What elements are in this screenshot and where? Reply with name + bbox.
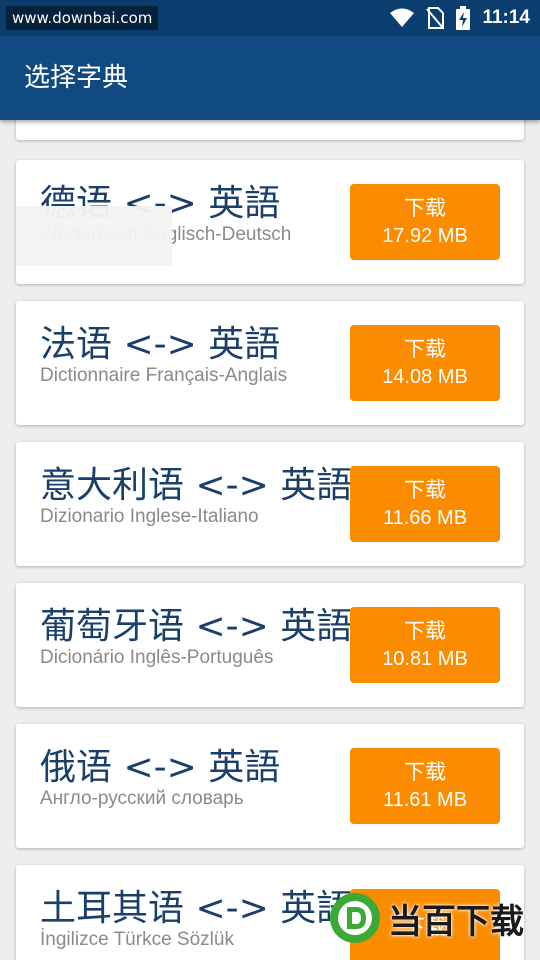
dictionary-title: 意大利语 <-> 英語 [40,465,353,506]
dictionary-subtitle: İngilizce Türkce Sözlük [40,929,234,950]
dictionary-card[interactable]: 意大利语 <-> 英語 Dizionario Inglese-Italiano … [16,442,524,566]
dictionary-card-partial[interactable] [16,120,524,140]
logo-text: 当百下载 [388,901,524,942]
no-sim-icon [426,7,445,29]
battery-charging-icon [456,6,471,30]
status-time: 11:14 [482,7,530,28]
dictionary-subtitle: Dicionário Inglês-Português [40,647,274,668]
dictionary-title: 葡萄牙语 <-> 英語 [40,606,353,647]
watermark-text: www.downbai.com [6,6,159,30]
wifi-icon [390,8,415,27]
status-icons: 11:14 [390,0,530,36]
logo-d-icon [330,893,380,943]
download-button[interactable]: 下载 11.66 MB [350,466,500,542]
status-bar: www.downbai.com 11:14 [0,0,540,36]
download-size: 11.61 MB [382,789,468,811]
dictionary-subtitle: Англо-русский словарь [40,788,244,809]
download-button[interactable]: 下载 14.08 MB [350,325,500,401]
dictionary-card[interactable]: 葡萄牙语 <-> 英語 Dicionário Inglês-Português … [16,583,524,707]
download-label: 下载 [404,760,446,784]
dictionary-card[interactable]: 俄语 <-> 英語 Англо-русский словарь 下载 11.61… [16,724,524,848]
download-button[interactable]: 下载 17.92 MB [350,184,500,260]
download-label: 下载 [404,619,446,643]
app-bar: 选择字典 [0,36,540,120]
download-label: 下载 [404,478,446,502]
download-size: 10.81 MB [382,648,468,670]
dictionary-card[interactable]: 德语 <-> 英語 Wörterbuch Englisch-Deutsch 下载… [16,160,524,284]
site-logo: 当百下载 [328,884,528,952]
download-label: 下载 [404,196,446,220]
dictionary-list[interactable]: 德语 <-> 英語 Wörterbuch Englisch-Deutsch 下载… [0,120,540,960]
download-size: 11.66 MB [382,507,468,529]
dictionary-subtitle: Dictionnaire Français-Anglais [40,365,288,386]
dictionary-card[interactable]: 法语 <-> 英語 Dictionnaire Français-Anglais … [16,301,524,425]
blur-patch [16,206,172,266]
page-title: 选择字典 [24,63,129,93]
download-label: 下载 [404,337,446,361]
download-size: 17.92 MB [382,225,468,247]
download-button[interactable]: 下载 10.81 MB [350,607,500,683]
dictionary-subtitle: Dizionario Inglese-Italiano [40,506,259,527]
download-size: 14.08 MB [382,366,468,388]
dictionary-title: 俄语 <-> 英語 [40,747,281,788]
dictionary-title: 法语 <-> 英語 [40,324,281,365]
dictionary-title: 土耳其语 <-> 英語 [40,888,353,929]
download-button[interactable]: 下载 11.61 MB [350,748,500,824]
